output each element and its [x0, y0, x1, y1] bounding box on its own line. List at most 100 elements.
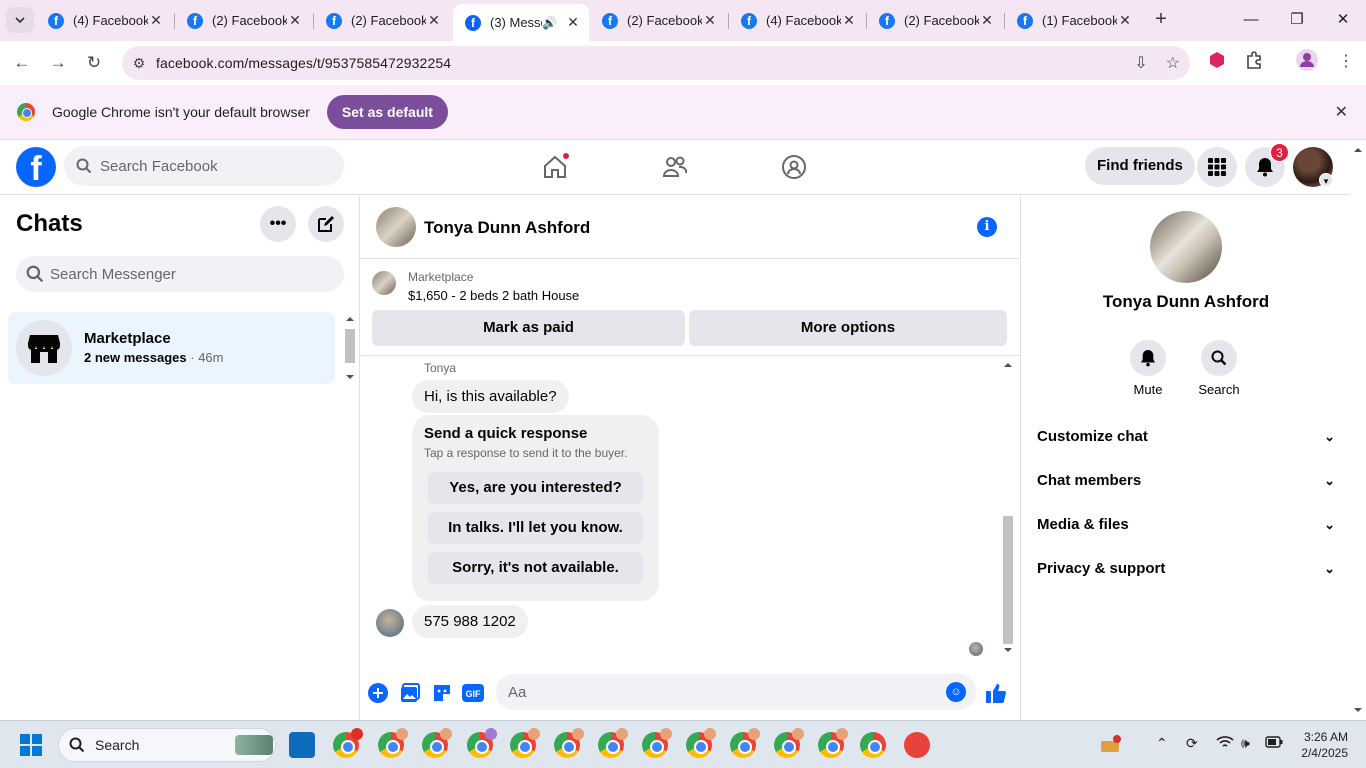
chrome-menu-icon[interactable]: ⋮ — [1338, 51, 1354, 71]
sender-avatar[interactable] — [376, 609, 404, 637]
address-bar[interactable]: ⚙ facebook.com/messages/t/95375854729322… — [122, 46, 1190, 80]
extension-icon[interactable] — [1208, 51, 1226, 74]
chrome-app-icon[interactable] — [333, 728, 363, 758]
listing-title[interactable]: $1,650 - 2 beds 2 bath House — [408, 288, 579, 303]
add-plus-icon[interactable] — [367, 682, 389, 704]
facebook-logo[interactable]: f — [16, 147, 56, 187]
close-tab-icon[interactable]: ✕ — [426, 12, 442, 29]
set-as-default-button[interactable]: Set as default — [326, 95, 448, 129]
close-tab-icon[interactable]: ✕ — [1117, 12, 1133, 29]
groups-icon[interactable] — [779, 152, 809, 182]
browser-tab[interactable]: f (1) Facebook ✕ — [1005, 6, 1141, 35]
wifi-icon[interactable] — [1216, 735, 1234, 752]
message-input[interactable]: Aa ☺ — [496, 674, 976, 710]
app-tray-icon[interactable] — [1100, 735, 1122, 756]
close-tab-icon[interactable]: ✕ — [702, 12, 718, 29]
contact-avatar[interactable] — [376, 207, 416, 247]
restore-button[interactable]: ❐ — [1282, 8, 1312, 32]
facebook-search-input[interactable]: Search Facebook — [64, 146, 344, 186]
more-options-button[interactable]: More options — [689, 310, 1007, 346]
chrome-app-icon[interactable] — [642, 728, 672, 758]
chrome-app-icon[interactable] — [510, 728, 540, 758]
close-tab-icon[interactable]: ✕ — [979, 12, 995, 29]
chats-scrollbar[interactable] — [343, 313, 357, 383]
close-tab-icon[interactable]: ✕ — [148, 12, 164, 29]
chrome-app-icon[interactable] — [422, 728, 452, 758]
close-window-button[interactable]: ✕ — [1328, 8, 1358, 32]
contact-name[interactable]: Tonya Dunn Ashford — [424, 218, 590, 238]
back-button[interactable]: ← — [8, 49, 36, 77]
messenger-search-input[interactable]: Search Messenger — [16, 256, 344, 292]
close-tab-icon[interactable]: ✕ — [841, 12, 857, 29]
reload-button[interactable]: ↻ — [80, 49, 108, 77]
quick-response-option[interactable]: Yes, are you interested? — [428, 472, 643, 504]
new-tab-button[interactable]: + — [1150, 8, 1172, 30]
bookmark-star-icon[interactable]: ☆ — [1166, 53, 1180, 73]
quick-response-option[interactable]: In talks. I'll let you know. — [428, 512, 643, 544]
forward-button[interactable]: → — [44, 49, 72, 77]
site-settings-icon[interactable]: ⚙ — [122, 55, 156, 72]
install-app-icon[interactable]: ⇩ — [1134, 53, 1147, 73]
wps-office-app-icon[interactable] — [904, 732, 930, 758]
thumbs-up-icon[interactable] — [985, 682, 1007, 704]
battery-icon[interactable] — [1265, 735, 1283, 751]
chrome-app-icon[interactable] — [378, 728, 408, 758]
close-tab-icon[interactable]: ✕ — [287, 12, 303, 29]
customize-chat-section[interactable]: Customize chat ⌄ — [1037, 415, 1335, 459]
sync-icon[interactable]: ⟳ — [1186, 735, 1198, 752]
conversation-scrollbar[interactable] — [1001, 358, 1015, 658]
close-tab-icon[interactable]: ✕ — [565, 14, 581, 31]
chrome-app-icon[interactable] — [774, 728, 804, 758]
page-scrollbar[interactable] — [1350, 140, 1366, 720]
minimize-button[interactable]: — — [1236, 8, 1266, 32]
mute-button[interactable]: Mute — [1118, 340, 1178, 397]
search-in-conversation-button[interactable]: Search — [1189, 340, 1249, 397]
audio-playing-icon[interactable]: 🔊 — [542, 16, 557, 30]
volume-icon[interactable]: 🕪 — [1241, 735, 1250, 752]
sticker-icon[interactable] — [431, 682, 453, 704]
chrome-app-icon[interactable] — [860, 732, 886, 758]
media-files-section[interactable]: Media & files ⌄ — [1037, 503, 1335, 547]
browser-tab[interactable]: f (4) Facebook ✕ — [36, 6, 172, 35]
browser-tab[interactable]: f (2) Facebook ✕ — [175, 6, 311, 35]
close-infobar-icon[interactable]: ✕ — [1335, 102, 1348, 122]
system-clock[interactable]: 3:26 AM 2/4/2025 — [1290, 729, 1348, 761]
menu-grid-icon[interactable] — [1197, 147, 1237, 187]
chrome-app-icon[interactable] — [686, 728, 716, 758]
chats-options-button[interactable]: ••• — [260, 206, 296, 242]
extensions-puzzle-icon[interactable] — [1245, 51, 1263, 74]
photo-icon[interactable] — [399, 682, 421, 704]
listing-thumbnail[interactable] — [372, 271, 396, 295]
tab-search-button[interactable] — [6, 7, 34, 33]
chat-list-item-marketplace[interactable]: Marketplace 2 new messages · 46m — [8, 312, 335, 384]
gif-icon[interactable]: GIF — [462, 682, 484, 704]
browser-tab[interactable]: f (2) Facebook ✕ — [314, 6, 450, 35]
windows-start-icon[interactable] — [20, 734, 42, 756]
chrome-app-icon[interactable] — [554, 728, 584, 758]
privacy-support-section[interactable]: Privacy & support ⌄ — [1037, 547, 1335, 591]
contact-profile-name[interactable]: Tonya Dunn Ashford — [1021, 292, 1351, 312]
profile-icon[interactable] — [1296, 49, 1318, 76]
chrome-app-icon[interactable] — [598, 728, 628, 758]
browser-tab-active[interactable]: f (3) Messe 🔊 ✕ — [453, 4, 589, 41]
browser-tab[interactable]: f (2) Facebook ✕ — [590, 6, 726, 35]
show-hidden-icons-chevron-icon[interactable]: ⌃ — [1156, 735, 1168, 752]
scroll-thumb[interactable] — [1003, 516, 1013, 644]
chrome-app-icon[interactable] — [730, 728, 760, 758]
chrome-app-icon[interactable] — [818, 728, 848, 758]
friends-icon[interactable] — [660, 152, 690, 182]
chevron-down-icon[interactable]: ▾ — [1319, 173, 1333, 187]
quick-response-option[interactable]: Sorry, it's not available. — [428, 552, 643, 584]
url-text[interactable]: facebook.com/messages/t/9537585472932254 — [156, 55, 451, 71]
taskbar-search-input[interactable]: Search — [58, 728, 276, 762]
chat-members-section[interactable]: Chat members ⌄ — [1037, 459, 1335, 503]
home-icon[interactable] — [540, 152, 570, 182]
new-message-button[interactable] — [308, 206, 344, 242]
browser-tab[interactable]: f (4) Facebook ✕ — [729, 6, 865, 35]
contact-profile-photo[interactable] — [1150, 211, 1222, 283]
chrome-app-icon-active[interactable] — [467, 728, 497, 758]
find-friends-button[interactable]: Find friends — [1085, 147, 1195, 185]
browser-tab[interactable]: f (2) Facebook ✕ — [867, 6, 1003, 35]
info-icon[interactable]: i — [977, 217, 997, 237]
outlook-app-icon[interactable] — [289, 732, 315, 758]
